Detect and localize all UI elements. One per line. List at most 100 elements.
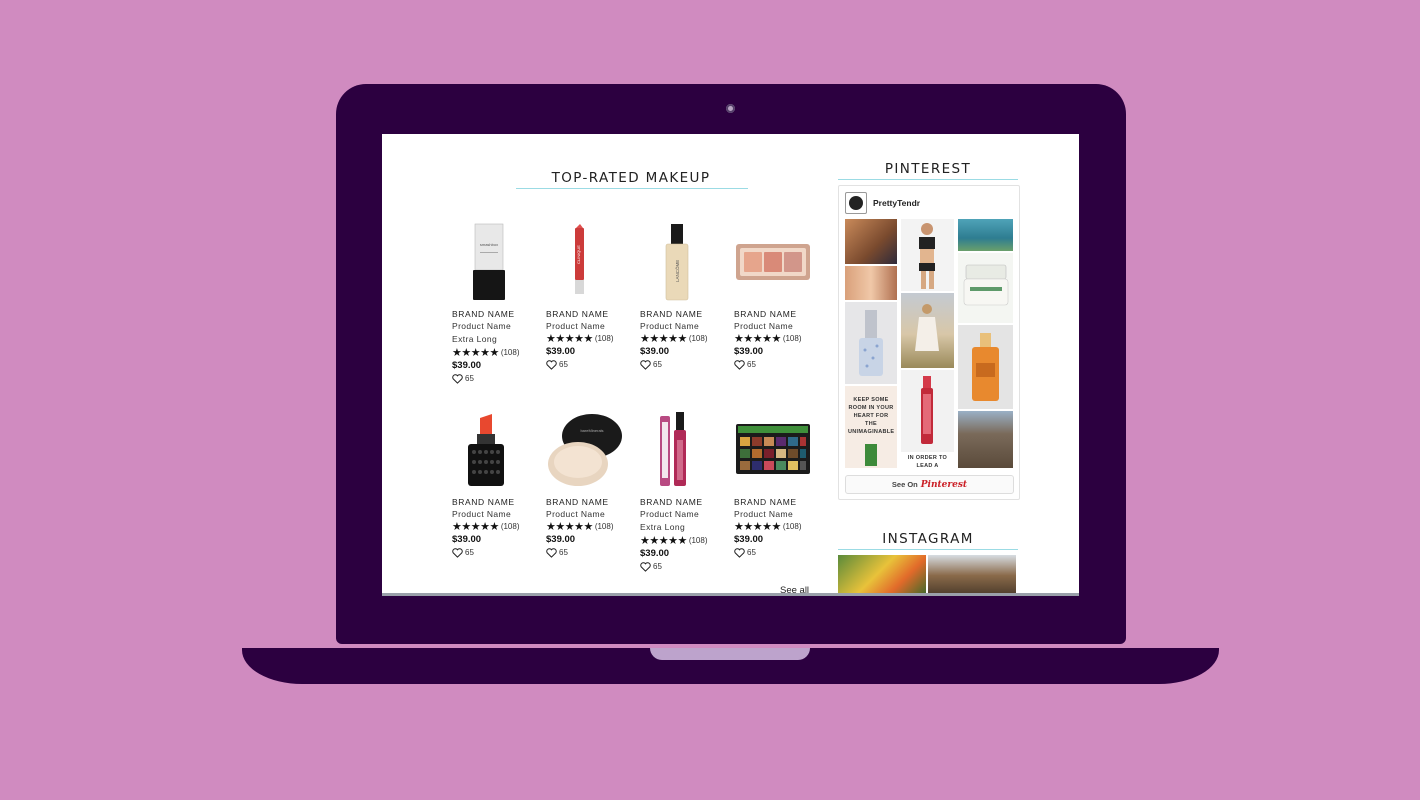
heart-icon xyxy=(734,547,745,558)
lip-crayon-icon: CLINIQUE xyxy=(546,222,636,304)
lip-gloss-icon xyxy=(640,410,730,492)
pinterest-title: PINTEREST xyxy=(884,161,972,177)
product-card[interactable]: bareMinerals BRAND NAME Product Name ★★★… xyxy=(546,410,636,559)
powder-jar-icon: bareMinerals xyxy=(546,410,636,492)
pinterest-widget: PrettyTendr KEEP SOME ROOM IN YOUR HEART… xyxy=(838,185,1020,500)
heart-icon xyxy=(452,373,463,384)
oil-bottle-icon xyxy=(972,333,999,401)
pinterest-profile[interactable]: PrettyTendr xyxy=(845,192,920,214)
product-card[interactable]: CLINIQUE BRAND NAME Product Name ★★★★★ (1… xyxy=(546,222,636,371)
product-name[interactable]: Product Name xyxy=(546,320,636,332)
like-button[interactable]: 65 xyxy=(452,372,542,385)
like-button[interactable]: 65 xyxy=(452,546,542,559)
product-card[interactable]: BRAND NAME Product Name ★★★★★ (108) $39.0… xyxy=(734,222,824,371)
product-card[interactable]: BRAND NAME Product Name Extra Long ★★★★★… xyxy=(640,410,730,573)
product-name[interactable]: Product Name xyxy=(546,508,636,520)
star-rating-icon: ★★★★★ xyxy=(734,521,781,533)
webcam xyxy=(726,104,735,113)
svg-text:CLINIQUE: CLINIQUE xyxy=(576,245,581,264)
review-count: (108) xyxy=(782,334,802,343)
like-button[interactable]: 65 xyxy=(546,546,636,559)
nail-polish-icon xyxy=(859,310,883,376)
foundation-bottle-icon: LANCÔME xyxy=(640,222,730,304)
like-button[interactable]: 65 xyxy=(640,560,730,573)
pin-tile[interactable]: IN ORDER TO LEAD A xyxy=(901,454,954,469)
pin-tile[interactable] xyxy=(845,219,897,264)
pin-tile[interactable] xyxy=(958,219,1013,251)
pin-tile[interactable] xyxy=(901,293,954,368)
like-count: 65 xyxy=(559,360,568,369)
like-button[interactable]: 65 xyxy=(640,358,730,371)
pin-tile[interactable] xyxy=(845,302,897,384)
like-count: 65 xyxy=(465,548,474,557)
pin-tile[interactable] xyxy=(901,370,954,452)
cream-jar-icon xyxy=(963,264,1009,306)
star-rating-icon: ★★★★★ xyxy=(546,333,593,345)
product-card[interactable]: BRAND NAME Product Name ★★★★★ (108) $39.0… xyxy=(452,410,542,559)
top-rated-underline xyxy=(516,188,748,189)
like-button[interactable]: 65 xyxy=(734,358,824,371)
product-brand: BRAND NAME xyxy=(640,309,703,319)
pinterest-logo: Pinterest xyxy=(920,479,968,490)
product-brand: BRAND NAME xyxy=(640,497,703,507)
product-brand: BRAND NAME xyxy=(452,497,515,507)
pin-tile[interactable]: KEEP SOME ROOM IN YOUR HEART FOR THE UNI… xyxy=(845,386,897,468)
product-rating: ★★★★★ (108) xyxy=(734,520,824,533)
product-card[interactable]: smashbox BRAND NAME Product Name Extra L… xyxy=(452,222,542,385)
product-name[interactable]: Product Name xyxy=(734,320,824,332)
heart-icon xyxy=(640,359,651,370)
like-count: 65 xyxy=(559,548,568,557)
plant-icon xyxy=(865,444,877,466)
review-count: (108) xyxy=(688,536,708,545)
product-brand: BRAND NAME xyxy=(452,309,515,319)
star-rating-icon: ★★★★★ xyxy=(546,521,593,533)
lip-gloss-tube-icon xyxy=(921,376,933,444)
screen-bottom-edge xyxy=(382,593,1079,596)
product-rating: ★★★★★ (108) xyxy=(640,332,730,345)
see-on-label: See On xyxy=(891,480,918,489)
product-name[interactable]: Product Name xyxy=(640,320,730,332)
product-brand: BRAND NAME xyxy=(734,497,797,507)
product-rating: ★★★★★ (108) xyxy=(734,332,824,345)
top-rated-title: TOP-RATED MAKEUP xyxy=(551,170,711,186)
star-rating-icon: ★★★★★ xyxy=(452,521,499,533)
like-count: 65 xyxy=(653,360,662,369)
product-name[interactable]: Product Name xyxy=(640,508,730,520)
product-variant: Extra Long xyxy=(452,334,498,344)
product-brand: BRAND NAME xyxy=(734,309,797,319)
instagram-photo[interactable] xyxy=(928,555,1016,596)
product-price: $39.00 xyxy=(640,346,670,357)
pin-tile[interactable] xyxy=(958,411,1013,468)
laptop-notch xyxy=(650,648,810,660)
product-price: $39.00 xyxy=(452,534,482,545)
pin-tile[interactable] xyxy=(958,325,1013,409)
star-rating-icon: ★★★★★ xyxy=(640,333,687,345)
product-name[interactable]: Product Name xyxy=(452,508,542,520)
star-rating-icon: ★★★★★ xyxy=(734,333,781,345)
star-rating-icon: ★★★★★ xyxy=(452,347,499,359)
product-card[interactable]: BRAND NAME Product Name ★★★★★ (108) $39.0… xyxy=(734,410,824,559)
svg-text:bareMinerals: bareMinerals xyxy=(580,428,603,433)
laptop-screen: TOP-RATED MAKEUP smashbox BRAND NAME Pro… xyxy=(382,134,1079,596)
pin-tile[interactable] xyxy=(901,219,954,291)
swimsuit-model-icon xyxy=(919,223,935,289)
instagram-photo[interactable] xyxy=(838,555,926,596)
like-count: 65 xyxy=(747,548,756,557)
pinterest-underline xyxy=(838,179,1018,180)
pin-tile[interactable] xyxy=(845,266,897,300)
like-button[interactable]: 65 xyxy=(734,546,824,559)
review-count: (108) xyxy=(500,348,520,357)
product-brand: BRAND NAME xyxy=(546,309,609,319)
review-count: (108) xyxy=(782,522,802,531)
product-name[interactable]: Product Name xyxy=(734,508,824,520)
product-price: $39.00 xyxy=(546,346,576,357)
see-on-pinterest-button[interactable]: See On Pinterest xyxy=(845,475,1014,494)
pin-tile[interactable] xyxy=(958,253,1013,323)
like-button[interactable]: 65 xyxy=(546,358,636,371)
svg-text:smashbox: smashbox xyxy=(480,242,498,247)
product-card[interactable]: LANCÔME BRAND NAME Product Name ★★★★★ (10… xyxy=(640,222,730,371)
product-name[interactable]: Product Name xyxy=(452,320,542,332)
product-rating: ★★★★★ (108) xyxy=(452,520,542,533)
heart-icon xyxy=(640,561,651,572)
review-count: (108) xyxy=(688,334,708,343)
